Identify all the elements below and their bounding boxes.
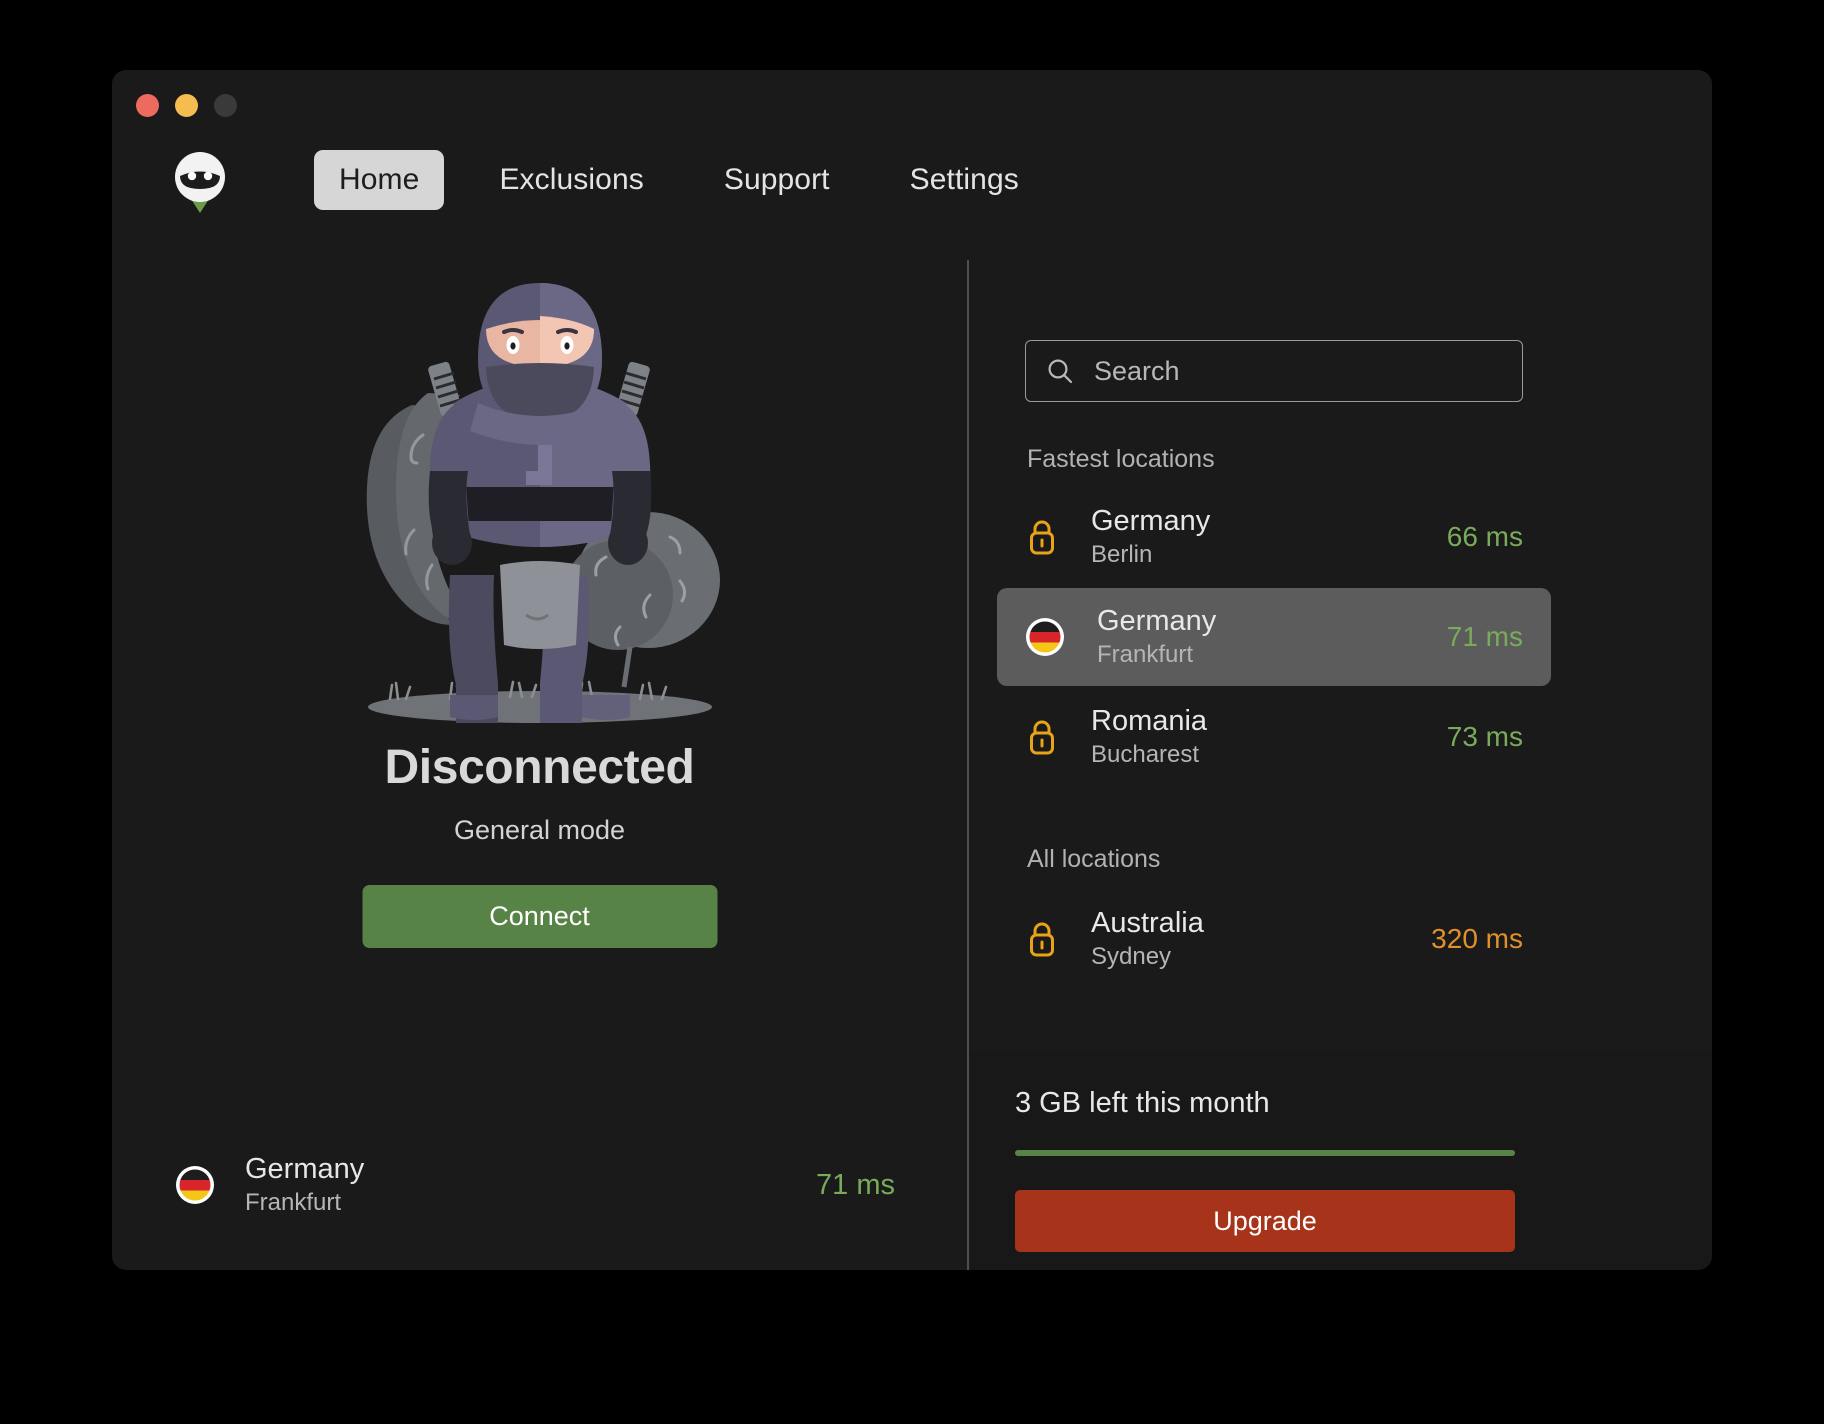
location-text: Germany Frankfurt xyxy=(1097,604,1447,670)
location-row-australia-sydney[interactable]: Australia Sydney 320 ms xyxy=(997,890,1551,988)
tab-support[interactable]: Support xyxy=(699,150,855,210)
all-locations-label: All locations xyxy=(1027,845,1161,873)
tab-settings[interactable]: Settings xyxy=(885,150,1044,210)
current-location-ping: 71 ms xyxy=(816,1168,895,1201)
flag-germany-icon xyxy=(1026,618,1064,656)
connection-status-title: Disconnected xyxy=(384,741,695,794)
upgrade-button[interactable]: Upgrade xyxy=(1015,1190,1515,1252)
location-city: Sydney xyxy=(1091,942,1172,970)
current-location-text: Germany Frankfurt xyxy=(245,1152,816,1217)
ninja-mascot-icon xyxy=(169,145,231,217)
location-country: Australia xyxy=(1091,907,1204,939)
tab-exclusions[interactable]: Exclusions xyxy=(474,150,668,210)
close-window-button[interactable] xyxy=(136,94,159,117)
location-country: Romania xyxy=(1091,705,1208,737)
current-location-country: Germany xyxy=(245,1153,365,1186)
location-row-germany-frankfurt[interactable]: Germany Frankfurt 71 ms xyxy=(997,588,1551,686)
location-ping: 320 ms xyxy=(1431,923,1523,954)
location-ping: 66 ms xyxy=(1446,521,1523,552)
search-input[interactable]: Search xyxy=(1025,340,1523,402)
location-ping: 73 ms xyxy=(1446,721,1523,752)
main-navigation: Home Exclusions Support Settings xyxy=(314,150,1044,210)
lock-icon xyxy=(1030,520,1054,555)
app-window: Home Exclusions Support Settings Disconn… xyxy=(112,70,1712,1270)
usage-panel: 3 GB left this month Upgrade xyxy=(969,1052,1712,1270)
minimize-window-button[interactable] xyxy=(175,94,198,117)
fastest-locations-label: Fastest locations xyxy=(1027,445,1215,473)
connect-button[interactable]: Connect xyxy=(362,885,717,948)
location-row-romania-bucharest[interactable]: Romania Bucharest 73 ms xyxy=(997,688,1551,786)
location-ping: 71 ms xyxy=(1446,621,1523,652)
flag-germany-icon xyxy=(176,1166,214,1204)
maximize-window-button[interactable] xyxy=(214,94,237,117)
tab-home[interactable]: Home xyxy=(314,150,445,210)
location-city: Berlin xyxy=(1091,540,1153,568)
search-placeholder: Search xyxy=(1094,355,1180,386)
lock-icon xyxy=(1030,922,1054,957)
location-country: Germany xyxy=(1097,605,1217,637)
ninja-illustration xyxy=(350,275,730,730)
location-text: Romania Bucharest xyxy=(1091,704,1447,770)
usage-progress-fill xyxy=(1015,1150,1515,1156)
current-location-row[interactable]: Germany Frankfurt 71 ms xyxy=(175,1145,895,1225)
title-bar xyxy=(112,70,1712,132)
location-text: Germany Berlin xyxy=(1091,504,1447,570)
search-icon xyxy=(1048,359,1073,384)
usage-progress-track xyxy=(1015,1150,1515,1156)
connection-mode-label: General mode xyxy=(453,815,626,845)
current-location-city: Frankfurt xyxy=(245,1188,342,1216)
location-city: Frankfurt xyxy=(1097,640,1194,668)
location-row-germany-berlin[interactable]: Germany Berlin 66 ms xyxy=(997,488,1551,586)
lock-icon xyxy=(1030,720,1054,755)
location-text: Australia Sydney xyxy=(1091,906,1431,972)
location-city: Bucharest xyxy=(1091,740,1200,768)
usage-quota-label: 3 GB left this month xyxy=(1015,1087,1270,1119)
location-country: Germany xyxy=(1091,505,1211,537)
connection-panel: Disconnected General mode Connect German… xyxy=(112,245,967,1270)
